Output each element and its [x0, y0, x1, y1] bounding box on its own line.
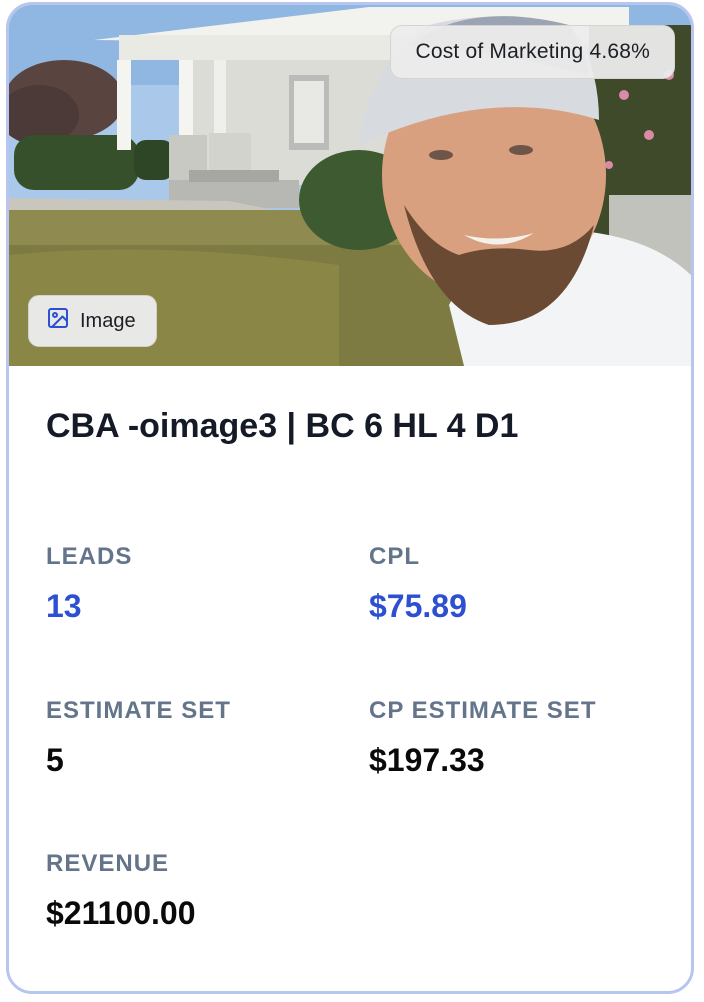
media-type-badge: Image — [28, 295, 157, 347]
ad-card[interactable]: Cost of Marketing 4.68% Image CBA -oimag… — [6, 2, 694, 994]
metric-label: CP ESTIMATE SET — [369, 697, 597, 724]
metric-cpl: CPL $75.89 — [369, 543, 467, 625]
media-type-label: Image — [80, 309, 136, 332]
cost-of-marketing-text: Cost of Marketing 4.68% — [415, 40, 650, 63]
metric-label: LEADS — [46, 543, 133, 570]
metric-label: ESTIMATE SET — [46, 697, 231, 724]
metric-value: $75.89 — [369, 588, 467, 624]
metric-label: CPL — [369, 543, 420, 570]
metric-revenue: REVENUE $21100.00 — [46, 850, 196, 932]
metric-value: 13 — [46, 588, 82, 624]
metric-estimate-set: ESTIMATE SET 5 — [46, 697, 231, 779]
metric-cp-estimate-set: CP ESTIMATE SET $197.33 — [369, 697, 596, 779]
metric-value: $197.33 — [369, 742, 485, 778]
metric-label: REVENUE — [46, 850, 170, 877]
metric-leads: LEADS 13 — [46, 543, 132, 625]
cost-of-marketing-badge: Cost of Marketing 4.68% — [390, 25, 675, 79]
metric-value: $21100.00 — [46, 895, 196, 931]
image-icon — [46, 306, 70, 336]
metric-value: 5 — [46, 742, 64, 778]
ad-title: CBA -oimage3 | BC 6 HL 4 D1 — [46, 407, 519, 445]
